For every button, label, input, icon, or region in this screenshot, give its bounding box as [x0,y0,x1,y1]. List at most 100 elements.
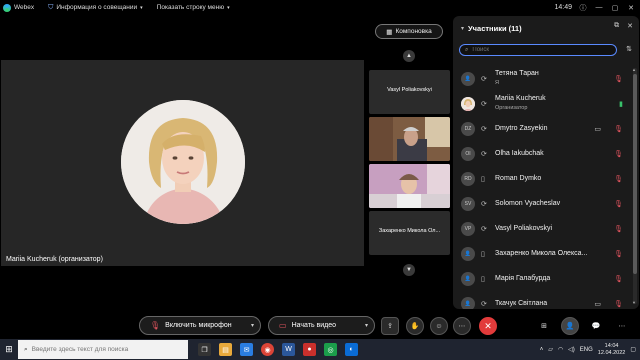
clock-date: 12.04.2022 [597,349,626,356]
reactions-button[interactable]: ☺ [430,317,448,335]
camera-icon[interactable]: ▭ [594,300,601,308]
list-item[interactable]: DZ ⟳ Dmytro Zasyekin ▭ 🎙 [453,116,639,141]
scroll-up-button[interactable]: ▲ [403,50,415,62]
video-feed [369,164,450,208]
panel-header[interactable]: ▾ Участники (11) [461,24,522,33]
close-panel-icon[interactable]: ✕ [627,22,633,30]
list-item[interactable]: 👤 ⟳ Ткачук Світлана ▭ 🎙 [453,291,639,309]
webex-taskbar-icon[interactable]: ◐ [345,343,358,356]
participant-name: Ткачук Світлана [495,300,548,307]
sync-icon: ⟳ [481,125,487,133]
sort-icon[interactable]: ⇅ [626,45,632,53]
mic-muted-icon[interactable]: 🎙 [614,300,623,308]
list-item[interactable]: VP ⟳ Vasyl Poliakovskyi 🎙 [453,216,639,241]
network-icon[interactable]: ▱ [548,346,553,353]
chevron-down-icon: ▾ [227,4,230,11]
meeting-info-button[interactable]: ⛉ Информация о совещании ▾ [48,4,143,12]
speaker-photo [121,100,245,224]
list-item[interactable]: ⟳ Mariia Kucheruk Организатор ▮ [453,91,639,116]
scroll-down-arrow-icon[interactable]: ▼ [632,300,636,305]
wifi-icon[interactable]: ◠ [558,346,563,353]
start-button[interactable]: ⊞ [0,344,18,355]
hand-icon: ✋ [410,323,420,330]
mic-muted-icon[interactable]: 🎙 [614,275,623,283]
scroll-up-arrow-icon[interactable]: ▲ [632,67,636,72]
speaker-name-label: Mariia Kucheruk (организатор) [6,256,103,263]
show-menu-bar-button[interactable]: Показать строку меню ▾ [157,4,230,11]
list-item[interactable]: SV ⟳ Solomon Vyacheslav 🎙 [453,191,639,216]
mic-muted-icon[interactable]: 🎙 [614,75,623,83]
unmute-button[interactable]: 🎙 Включить микрофон ▾ [139,316,261,335]
windows-taskbar: ⊞ ⌕ ❐ ▤ ✉ ◉ W ● ◎ ◐ ˄ ▱ ◠ ◁) ENG 14:04 1… [0,339,640,360]
close-icon: ✕ [484,320,492,331]
notifications-icon[interactable]: ▢ [630,346,636,353]
list-item[interactable]: OI ⟳ Olha Iakubchak 🎙 [453,141,639,166]
sync-icon: ⟳ [481,225,487,233]
list-item[interactable]: RD ▯ Roman Dymko 🎙 [453,166,639,191]
mic-muted-icon[interactable]: 🎙 [614,175,623,183]
layout-button[interactable]: ▦ Компоновка [375,24,443,39]
language-indicator[interactable]: ENG [580,347,593,353]
participant-video-tile[interactable] [369,164,450,208]
whatsapp-icon[interactable]: ◎ [324,343,337,356]
chevron-down-icon[interactable]: ▾ [365,322,368,329]
participant-tile[interactable]: Захаренко Микола Ол... [369,211,450,255]
chat-button[interactable]: 💬 [587,317,605,335]
file-explorer-icon[interactable]: ▤ [219,343,232,356]
app-name: Webex [14,4,35,11]
layout-label: Компоновка [395,28,432,35]
system-clock[interactable]: 14:04 12.04.2022 [598,343,626,357]
apps-button[interactable]: ⊞ [535,317,553,335]
chevron-up-icon[interactable]: ˄ [540,347,544,353]
participant-video-tile[interactable] [369,117,450,161]
participant-list-scrollbar[interactable]: ▲ ▼ [632,67,637,305]
participants-panel: ▾ Участники (11) ⧉ ✕ ⌕ ⇅ 👤 ⟳ Тетяна Тара… [453,16,639,309]
minimize-button[interactable]: — [594,4,604,11]
participant-name: Vasyl Poliakovskyi [495,225,553,232]
raise-hand-button[interactable]: ✋ [406,317,424,335]
mic-muted-icon[interactable]: 🎙 [614,200,623,208]
main-video-stage[interactable]: Mariia Kucheruk (организатор) [1,60,364,266]
list-item[interactable]: 👤 ⟳ Тетяна Таран Я 🎙 [453,66,639,91]
phone-icon: ▯ [481,275,485,283]
mic-muted-icon[interactable]: 🎙 [614,150,623,158]
list-item[interactable]: 👤 ▯ Захаренко Микола Олекса... 🎙 [453,241,639,266]
phone-icon: ▯ [481,250,485,258]
mic-muted-icon[interactable]: 🎙 [614,250,623,258]
taskbar-search-input[interactable] [31,346,172,353]
mic-active-icon[interactable]: ▮ [619,100,623,108]
participant-search[interactable]: ⌕ [459,44,617,56]
search-input[interactable] [472,47,603,53]
more-options-button[interactable]: ⋯ [453,317,471,335]
leave-meeting-button[interactable]: ✕ [479,317,497,335]
mic-muted-icon[interactable]: 🎙 [614,125,623,133]
share-screen-button[interactable]: ⇪ [381,317,399,335]
participant-role: Я [495,80,499,86]
chevron-up-icon: ▲ [406,53,412,59]
avatar-initials: RD [461,171,475,186]
participant-tile[interactable]: Vasyl Poliakovskyi [369,70,450,114]
volume-icon[interactable]: ◁) [568,346,575,353]
popout-icon[interactable]: ⧉ [614,22,619,30]
meeting-time: 14:49 [554,4,572,11]
taskbar-search[interactable]: ⌕ [18,340,188,359]
more-panels-button[interactable]: ⋯ [613,317,631,335]
chevron-down-icon[interactable]: ▾ [251,322,254,329]
scroll-down-button[interactable]: ▼ [403,264,415,276]
info-icon[interactable]: ⓘ [578,3,588,13]
mic-muted-icon[interactable]: 🎙 [614,225,623,233]
close-button[interactable]: ✕ [626,4,636,12]
app-icon[interactable]: ● [303,343,316,356]
list-item[interactable]: 👤 ▯ Марія Галабурда 🎙 [453,266,639,291]
mail-icon[interactable]: ✉ [240,343,253,356]
camera-icon[interactable]: ▭ [594,125,601,133]
participants-button[interactable]: 👤 [561,317,579,335]
maximize-button[interactable]: ▢ [610,4,620,12]
avatar-initials: OI [461,146,475,161]
chrome-icon[interactable]: ◉ [261,343,274,356]
task-view-icon[interactable]: ❐ [198,343,211,356]
word-icon[interactable]: W [282,343,295,356]
scrollbar-thumb[interactable] [633,74,637,274]
meeting-info-label: Информация о совещании [56,4,138,11]
start-video-button[interactable]: ▭ Начать видео ▾ [268,316,375,335]
